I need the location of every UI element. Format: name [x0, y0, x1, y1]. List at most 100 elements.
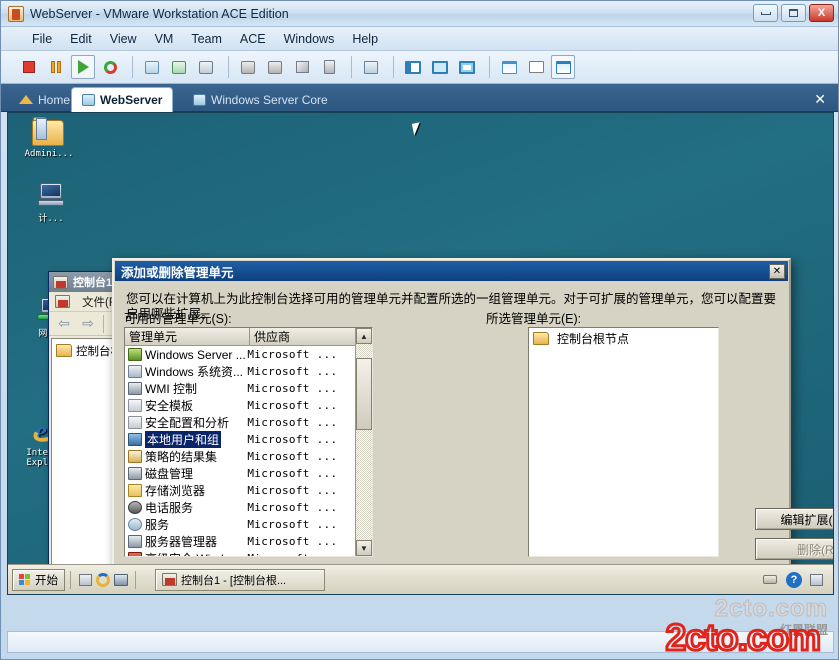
- power-off-button[interactable]: [17, 55, 41, 79]
- selected-snapins-listbox[interactable]: 控制台根节点: [528, 327, 719, 557]
- windows-flag-icon: [19, 573, 32, 586]
- main-toolbar: [1, 51, 838, 84]
- tab-windows-server-core[interactable]: Windows Server Core: [183, 87, 338, 112]
- tab-home-label: Home: [38, 92, 71, 107]
- tab-webserver-label: WebServer: [100, 93, 163, 107]
- table-row[interactable]: 电话服务 Microsoft ...: [125, 499, 355, 516]
- local-users-groups-icon: [128, 433, 142, 446]
- power-on-button[interactable]: [71, 55, 95, 79]
- multiple-windows-icon: [555, 60, 571, 74]
- main-menubar: File Edit View VM Team ACE Windows Help: [1, 27, 838, 51]
- table-row[interactable]: WMI 控制 Microsoft ...: [125, 380, 355, 397]
- menu-windows[interactable]: Windows: [275, 30, 344, 48]
- vmware-statusbar: [7, 631, 834, 653]
- vm-settings-button[interactable]: [317, 55, 341, 79]
- edit-extensions-button[interactable]: 编辑扩展(X)...: [755, 508, 833, 530]
- snapin-vendor: Microsoft ...: [247, 484, 338, 497]
- vm-console-button[interactable]: [524, 55, 548, 79]
- table-row[interactable]: Windows 系统资... Microsoft ...: [125, 363, 355, 380]
- snapshot-button[interactable]: [140, 55, 164, 79]
- table-row[interactable]: 服务器管理器 Microsoft ...: [125, 533, 355, 550]
- table-row[interactable]: 磁盘管理 Microsoft ...: [125, 465, 355, 482]
- capture-screen-button[interactable]: [359, 55, 383, 79]
- taskbar-item-mmc[interactable]: 控制台1 - [控制台根...: [155, 568, 325, 591]
- snapin-name: 安全配置和分析: [145, 416, 230, 430]
- toolbar-separator-3: [351, 56, 352, 78]
- column-header-vendor[interactable]: 供应商: [250, 328, 357, 345]
- manage-snapshots-button[interactable]: [194, 55, 218, 79]
- column-header-snapin[interactable]: 管理单元: [125, 328, 250, 345]
- quick-switch-button[interactable]: [428, 55, 452, 79]
- scroll-down-icon[interactable]: ▼: [356, 540, 372, 556]
- dialog-title-label: 添加或删除管理单元: [121, 265, 234, 280]
- vm-running-icon: [193, 93, 206, 106]
- table-row[interactable]: 安全配置和分析 Microsoft ...: [125, 414, 355, 431]
- menu-vm[interactable]: VM: [146, 30, 183, 48]
- system-tray: ?: [762, 571, 829, 588]
- list-item[interactable]: 控制台根节点: [529, 328, 718, 349]
- table-row[interactable]: 安全模板 Microsoft ...: [125, 397, 355, 414]
- table-row-selected[interactable]: 本地用户和组 Microsoft ...: [125, 431, 355, 448]
- snapin-vendor: Microsoft ...: [247, 382, 338, 395]
- clone-team-button[interactable]: [263, 55, 287, 79]
- new-vm-button[interactable]: [290, 55, 314, 79]
- scroll-up-icon[interactable]: ▲: [356, 328, 372, 344]
- menu-ace[interactable]: ACE: [231, 30, 275, 48]
- start-button-label: 开始: [35, 574, 58, 587]
- multiple-vms-button[interactable]: [551, 55, 575, 79]
- available-list-scrollbar[interactable]: ▲ ▼: [355, 328, 372, 556]
- internet-explorer-button[interactable]: [94, 571, 112, 589]
- revert-snapshot-button[interactable]: [167, 55, 191, 79]
- menu-help[interactable]: Help: [343, 30, 387, 48]
- keyboard-icon[interactable]: [762, 572, 778, 588]
- snapin-name: 存储浏览器: [145, 484, 206, 498]
- snapin-name: 电话服务: [145, 501, 194, 515]
- tab-webserver[interactable]: WebServer: [71, 87, 174, 112]
- table-row[interactable]: 策略的结果集 Microsoft ...: [125, 448, 355, 465]
- reset-button[interactable]: [98, 55, 122, 79]
- resultant-set-policy-icon: [128, 450, 142, 463]
- suspend-button[interactable]: [44, 55, 68, 79]
- menu-team[interactable]: Team: [182, 30, 231, 48]
- desktop-icon-administrator[interactable]: Admini...: [14, 117, 84, 159]
- console-list-icon: [528, 61, 544, 73]
- dialog-close-button[interactable]: ✕: [769, 263, 785, 279]
- menu-edit[interactable]: Edit: [61, 30, 101, 48]
- close-tab-button[interactable]: ✕: [814, 91, 826, 108]
- close-button[interactable]: X: [809, 4, 834, 22]
- windows-firewall-icon: [128, 552, 142, 556]
- network-icon[interactable]: [810, 573, 823, 586]
- maximize-button[interactable]: [781, 4, 806, 22]
- minimize-button[interactable]: [753, 4, 778, 22]
- snapin-vendor: Microsoft ...: [247, 365, 338, 378]
- snapin-name: Windows 系统资...: [145, 365, 244, 379]
- table-row[interactable]: 服务 Microsoft ...: [125, 516, 355, 533]
- selected-snapin-label: 控制台根节点: [557, 332, 630, 346]
- snapin-name: 本地用户和组: [145, 431, 222, 448]
- window-title: WebServer - VMware Workstation ACE Editi…: [30, 6, 289, 21]
- tab-home[interactable]: Home: [9, 87, 80, 112]
- vm-summary-button[interactable]: [497, 55, 521, 79]
- forward-arrow-icon[interactable]: ⇨: [79, 315, 97, 332]
- table-row[interactable]: 存储浏览器 Microsoft ...: [125, 482, 355, 499]
- help-icon[interactable]: ?: [786, 571, 802, 588]
- fullscreen-icon: [459, 60, 475, 74]
- fullscreen-button[interactable]: [455, 55, 479, 79]
- show-desktop-button[interactable]: [76, 571, 94, 589]
- server-manager-button[interactable]: [112, 571, 130, 589]
- available-snapins-listbox[interactable]: 管理单元 供应商 Windows Server ... Microsoft ..…: [124, 327, 373, 557]
- snapin-vendor: Microsoft ...: [247, 501, 338, 514]
- show-sidebar-button[interactable]: [401, 55, 425, 79]
- clone-button[interactable]: [236, 55, 260, 79]
- my-computer-icon: [37, 183, 65, 209]
- start-button[interactable]: 开始: [12, 568, 65, 591]
- window-titlebar: WebServer - VMware Workstation ACE Editi…: [1, 1, 838, 27]
- back-arrow-icon[interactable]: ⇦: [55, 315, 73, 332]
- menu-view[interactable]: View: [101, 30, 146, 48]
- scrollbar-thumb[interactable]: [356, 358, 372, 430]
- table-row[interactable]: Windows Server ... Microsoft ...: [125, 346, 355, 363]
- menu-file[interactable]: File: [23, 30, 61, 48]
- table-row[interactable]: 高级安全 Window... Microsoft ...: [125, 550, 355, 556]
- wmi-control-icon: [128, 382, 142, 395]
- desktop-icon-computer[interactable]: 计...: [16, 183, 86, 224]
